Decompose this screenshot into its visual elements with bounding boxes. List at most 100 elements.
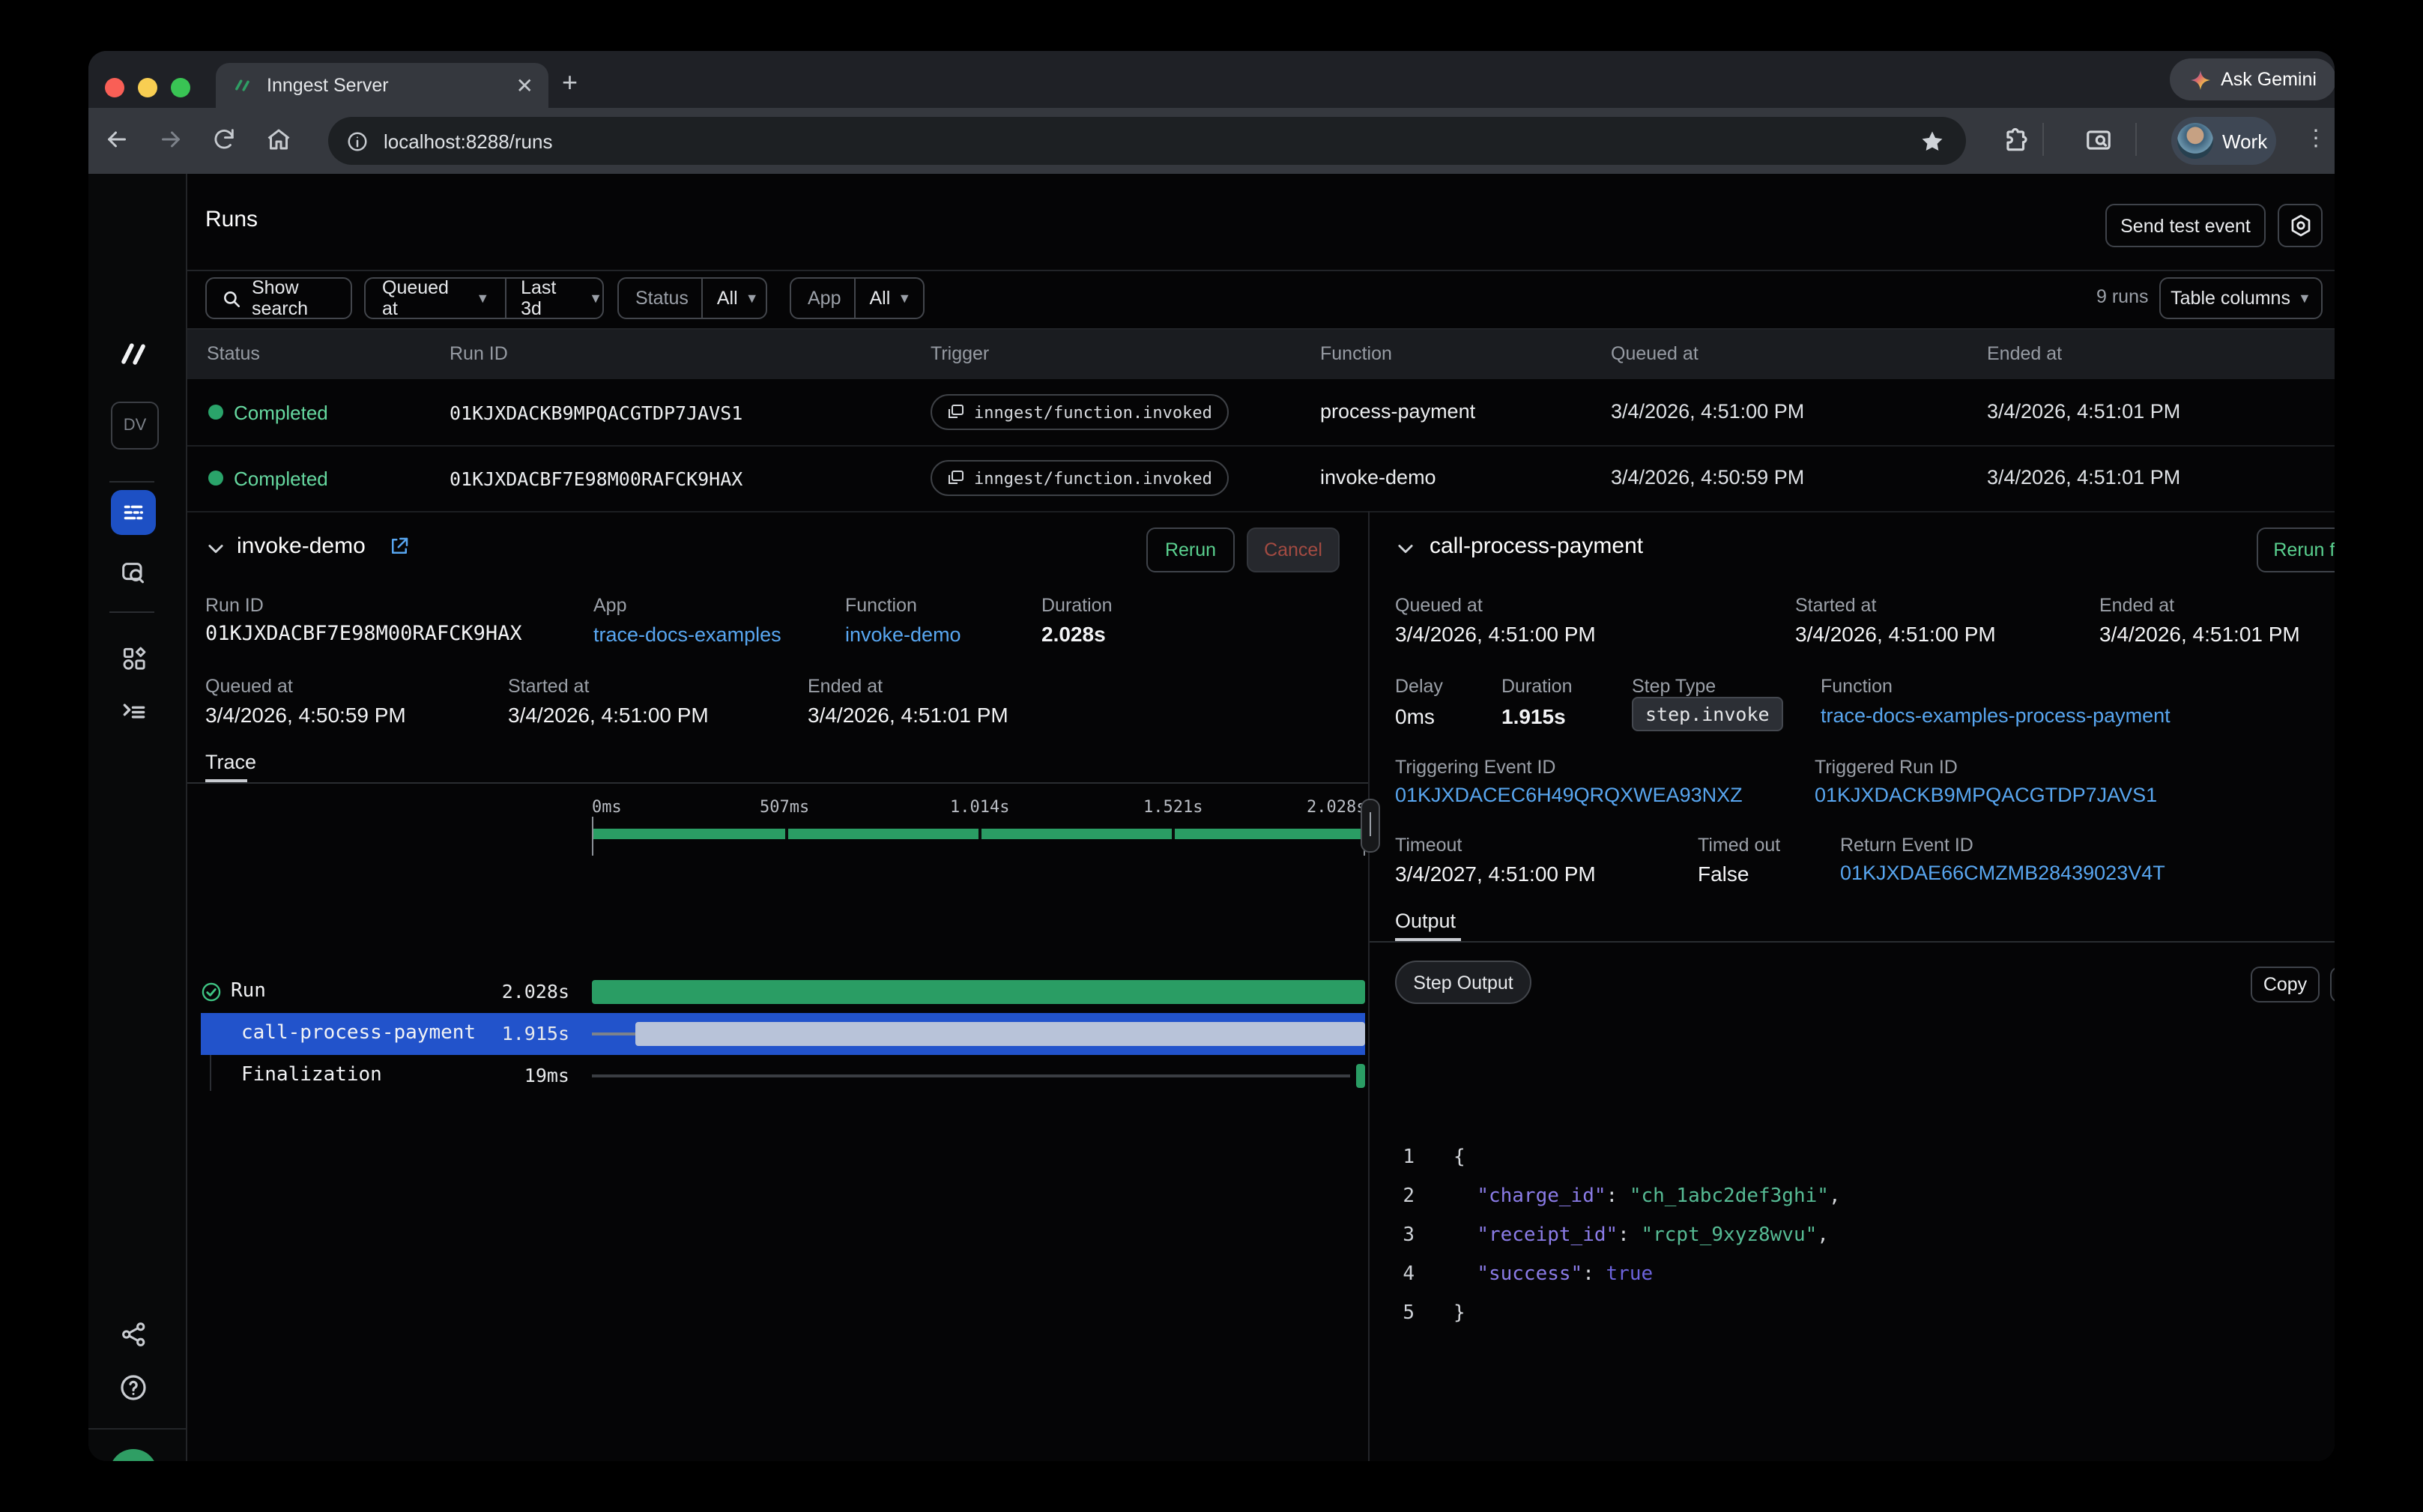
site-info-icon[interactable] xyxy=(346,130,369,152)
col-status: Status xyxy=(207,343,260,364)
help-icon[interactable] xyxy=(111,1365,156,1410)
table-columns-button[interactable]: Table columns▼ xyxy=(2159,277,2323,319)
trigger-pill[interactable]: inngest/function.invoked xyxy=(931,460,1229,496)
segment-divider xyxy=(702,277,704,319)
span-bar-selected[interactable] xyxy=(635,1022,1365,1046)
step-output-toggle[interactable]: Step Output xyxy=(1395,961,1531,1004)
new-tab-button[interactable]: + xyxy=(562,67,578,99)
indent-guide xyxy=(210,1055,211,1091)
function-cell: invoke-demo xyxy=(1320,466,1436,489)
span-bar-finalization[interactable] xyxy=(1356,1064,1365,1088)
trace-row-selected[interactable]: call-process-payment 1.915s xyxy=(201,1013,1365,1055)
table-columns-label: Table columns xyxy=(2171,288,2290,309)
trigger-pill[interactable]: inngest/function.invoked xyxy=(931,394,1229,430)
chevron-down-icon: ▼ xyxy=(476,291,489,306)
kebab-menu-icon[interactable]: ⋮ xyxy=(2305,124,2327,151)
span-duration: 19ms xyxy=(480,1064,569,1086)
send-test-event-button[interactable]: Send test event xyxy=(2105,204,2266,247)
app-link[interactable]: trace-docs-examples xyxy=(593,623,781,646)
traffic-minimize-button[interactable] xyxy=(138,78,157,97)
line-number: 4 xyxy=(1385,1262,1415,1285)
tab-close-icon[interactable]: ✕ xyxy=(516,75,533,96)
external-link-icon[interactable] xyxy=(388,535,411,557)
col-ended-at: Ended at xyxy=(1987,343,2062,364)
side-panel-search-icon[interactable] xyxy=(2084,126,2113,154)
extensions-icon[interactable] xyxy=(2002,126,2030,154)
span-bar-run[interactable] xyxy=(592,980,1365,1004)
dev-mode-button[interactable] xyxy=(109,1449,157,1461)
search-icon xyxy=(222,288,241,308)
span-track xyxy=(592,980,1365,1004)
app-content: DV xyxy=(88,174,2335,1461)
home-icon[interactable] xyxy=(265,126,292,153)
function-link[interactable]: trace-docs-examples-process-payment xyxy=(1821,704,2171,727)
cancel-button[interactable]: Cancel xyxy=(1247,527,1340,572)
triggering-event-id-link[interactable]: 01KJXDACEC6H49QRQXWEA93NXZ xyxy=(1395,784,1743,806)
status-filter-label: Status xyxy=(635,288,689,309)
rerun-button[interactable]: Rerun xyxy=(1146,527,1235,572)
chevron-down-icon: ▼ xyxy=(898,291,911,306)
copy-button[interactable]: Copy xyxy=(2251,967,2320,1003)
env-badge[interactable]: DV xyxy=(111,402,159,450)
bookmark-star-icon[interactable] xyxy=(1920,128,1945,154)
table-row[interactable]: Completed 01KJXDACBF7E98M00RAFCK9HAX inn… xyxy=(187,445,2335,512)
toolbar-divider xyxy=(2042,123,2044,156)
collapse-chevron-icon[interactable] xyxy=(1395,538,1416,559)
col-run-id: Run ID xyxy=(450,343,508,364)
output-code-block[interactable]: 1{2 "charge_id": "ch_1abc2def3ghi",3 "re… xyxy=(1385,1137,2314,1332)
return-event-id-link[interactable]: 01KJXDAE66CMZMB28439023V4T xyxy=(1840,862,2165,884)
time-filter[interactable]: Queued at▼ Last 3d▼ xyxy=(364,277,604,319)
function-link[interactable]: invoke-demo xyxy=(845,623,961,646)
queued-cell: 3/4/2026, 4:51:00 PM xyxy=(1611,400,1804,423)
gemini-sparkle-icon xyxy=(2189,68,2212,91)
forward-icon[interactable] xyxy=(157,126,184,153)
url-bar[interactable]: localhost:8288/runs xyxy=(328,117,1966,165)
chevron-down-icon: ▼ xyxy=(589,291,602,306)
show-search-button[interactable]: Show search xyxy=(205,277,352,319)
ended-label: Ended at xyxy=(2099,595,2174,616)
reload-icon[interactable] xyxy=(211,126,237,151)
output-border xyxy=(1370,941,2335,943)
tick-label: 2.028s xyxy=(1307,797,1367,817)
traffic-zoom-button[interactable] xyxy=(171,78,190,97)
span-duration: 1.915s xyxy=(480,1022,569,1044)
app-filter[interactable]: App All▼ xyxy=(790,277,925,319)
line-number: 5 xyxy=(1385,1301,1415,1324)
started-label: Started at xyxy=(1795,595,1876,616)
queued-value: 3/4/2026, 4:50:59 PM xyxy=(205,703,406,727)
collapse-chevron-icon[interactable] xyxy=(205,538,226,559)
share-icon[interactable] xyxy=(111,1311,156,1356)
word-wrap-button[interactable] xyxy=(2330,967,2335,1003)
status-filter[interactable]: Status All▼ xyxy=(617,277,767,319)
triggered-run-id-link[interactable]: 01KJXDACKB9MPQACGTDP7JAVS1 xyxy=(1815,784,2157,806)
settings-button[interactable] xyxy=(2278,204,2323,247)
ended-value: 3/4/2026, 4:51:01 PM xyxy=(808,703,1008,727)
ask-gemini-button[interactable]: Ask Gemini xyxy=(2170,58,2335,100)
table-row[interactable]: Completed 01KJXDACKB9MPQACGTDP7JAVS1 inn… xyxy=(187,379,2335,447)
sidebar-item-apps[interactable] xyxy=(111,635,156,680)
col-trigger: Trigger xyxy=(931,343,989,364)
sidebar-item-runs[interactable] xyxy=(111,490,156,535)
screen: Inngest Server ✕ + Ask Gemini localhost:… xyxy=(0,0,2423,1512)
tab-output[interactable]: Output xyxy=(1395,910,1456,932)
code-line: 3 "receipt_id": "rcpt_9xyz8wvu", xyxy=(1385,1215,2314,1254)
time-range-value: Last 3d xyxy=(521,277,581,319)
trace-row-run[interactable]: Run 2.028s xyxy=(187,973,1368,1011)
trace-row-finalization[interactable]: Finalization 19ms xyxy=(187,1055,1368,1097)
trace-minimap[interactable] xyxy=(592,817,1365,856)
span-track xyxy=(592,1064,1365,1088)
queued-cell: 3/4/2026, 4:50:59 PM xyxy=(1611,466,1804,489)
function-label: Function xyxy=(845,595,917,616)
sidebar-item-events[interactable] xyxy=(111,551,156,596)
sidebar-item-terminal[interactable] xyxy=(111,688,156,733)
profile-chip[interactable]: Work xyxy=(2171,117,2276,165)
toolbar-divider-2 xyxy=(2135,123,2137,156)
rerun-from-step-button[interactable]: Rerun from step xyxy=(2257,527,2335,572)
traffic-close-button[interactable] xyxy=(105,78,124,97)
col-function: Function xyxy=(1320,343,1392,364)
tab-trace[interactable]: Trace xyxy=(205,751,256,773)
browser-tab[interactable]: Inngest Server ✕ xyxy=(216,63,548,108)
code-line: 4 "success": true xyxy=(1385,1254,2314,1293)
back-icon[interactable] xyxy=(103,126,130,153)
app-sidebar: DV xyxy=(88,174,187,1461)
